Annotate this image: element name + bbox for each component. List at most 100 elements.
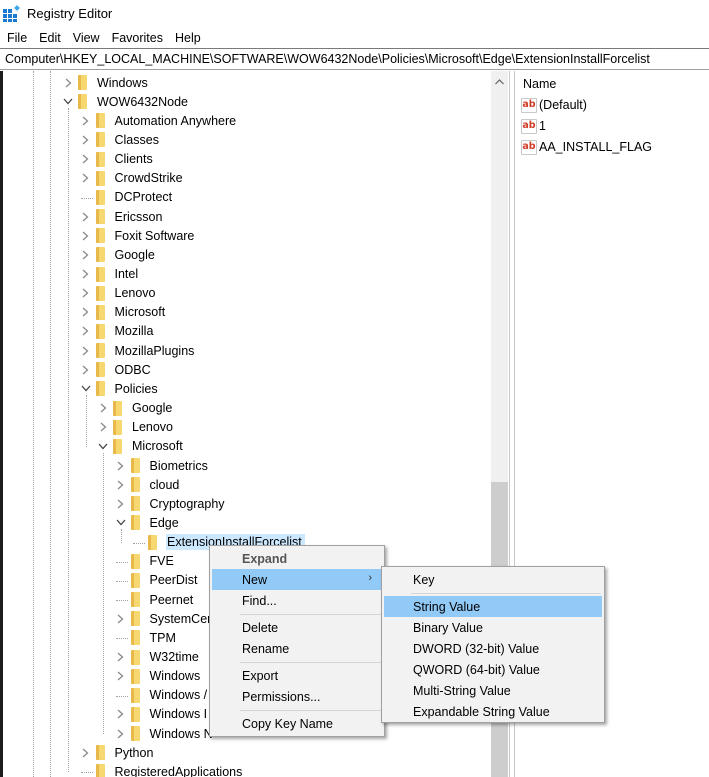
tree-node-label[interactable]: TPM bbox=[149, 630, 179, 646]
tree-node[interactable]: ODBC bbox=[80, 360, 154, 379]
tree-node-label[interactable]: SystemCer bbox=[149, 611, 215, 627]
tree-node-label[interactable]: Foxit Software bbox=[114, 228, 198, 244]
tree-node[interactable]: Foxit Software bbox=[80, 226, 198, 245]
tree-node[interactable]: DCProtect bbox=[80, 188, 176, 207]
tree-node-label[interactable]: RegisteredApplications bbox=[114, 764, 246, 777]
column-header-name[interactable]: Name bbox=[523, 77, 556, 91]
tree-node-label[interactable]: Windows bbox=[96, 75, 151, 91]
tree-node-label[interactable]: MozillaPlugins bbox=[114, 343, 198, 359]
menu-item-rename[interactable]: Rename bbox=[212, 638, 382, 659]
tree-node[interactable]: Windows bbox=[62, 73, 151, 92]
tree-node[interactable]: Automation Anywhere bbox=[80, 111, 240, 130]
tree-node-label[interactable]: W32time bbox=[149, 649, 202, 665]
tree-node[interactable]: Cryptography bbox=[115, 494, 228, 513]
expand-chevron-icon[interactable] bbox=[115, 705, 127, 724]
tree-node-label[interactable]: Microsoft bbox=[114, 304, 169, 320]
tree-node-label[interactable]: Ericsson bbox=[114, 209, 166, 225]
value-row[interactable]: ab (Default) bbox=[521, 95, 587, 115]
tree-node-label[interactable]: FVE bbox=[149, 553, 177, 569]
tree-node[interactable]: FVE bbox=[115, 552, 177, 571]
expand-chevron-icon[interactable] bbox=[80, 360, 92, 379]
tree-node[interactable]: cloud bbox=[115, 475, 183, 494]
tree-node[interactable]: Clients bbox=[80, 150, 156, 169]
value-row[interactable]: ab 1 bbox=[521, 116, 546, 136]
tree-node[interactable]: Ericsson bbox=[80, 207, 166, 226]
tree-node[interactable]: Intel bbox=[80, 265, 142, 284]
tree-node[interactable]: Mozilla bbox=[80, 322, 157, 341]
menu-favorites[interactable]: Favorites bbox=[112, 31, 163, 45]
tree-node[interactable]: Google bbox=[80, 245, 158, 264]
tree-node-label[interactable]: Cryptography bbox=[149, 496, 228, 512]
submenu-item-dword-value[interactable]: DWORD (32-bit) Value bbox=[384, 638, 602, 659]
tree-node[interactable]: Policies bbox=[80, 379, 161, 398]
expand-chevron-icon[interactable] bbox=[115, 475, 127, 494]
tree-node[interactable]: PeerDist bbox=[115, 571, 201, 590]
tree-node-label[interactable]: Mozilla bbox=[114, 323, 157, 339]
tree-node[interactable]: MozillaPlugins bbox=[80, 341, 198, 360]
expand-chevron-icon[interactable] bbox=[115, 494, 127, 513]
scroll-up-arrow[interactable] bbox=[491, 73, 508, 90]
tree-node-label[interactable]: Edge bbox=[149, 515, 182, 531]
tree-node[interactable]: Microsoft bbox=[80, 303, 169, 322]
tree-node-label[interactable]: DCProtect bbox=[114, 189, 176, 205]
tree-node[interactable]: Google bbox=[97, 399, 175, 418]
expand-chevron-icon[interactable] bbox=[80, 130, 92, 149]
submenu-item-binary-value[interactable]: Binary Value bbox=[384, 617, 602, 638]
tree-node[interactable]: Lenovo bbox=[97, 418, 176, 437]
menu-edit[interactable]: Edit bbox=[39, 31, 61, 45]
tree-node[interactable]: Classes bbox=[80, 130, 162, 149]
tree-node-label[interactable]: Biometrics bbox=[149, 458, 211, 474]
menu-item-expand[interactable]: Expand bbox=[212, 548, 382, 569]
expand-chevron-icon[interactable] bbox=[80, 743, 92, 762]
tree-node[interactable]: Peernet bbox=[115, 590, 197, 609]
tree-node[interactable]: TPM bbox=[115, 628, 179, 647]
expand-chevron-icon[interactable] bbox=[80, 303, 92, 322]
tree-node-label[interactable]: Lenovo bbox=[114, 285, 159, 301]
expand-chevron-icon[interactable] bbox=[80, 111, 92, 130]
tree-node-label[interactable]: Clients bbox=[114, 151, 156, 167]
tree-node-label[interactable]: cloud bbox=[149, 477, 183, 493]
expand-chevron-icon[interactable] bbox=[80, 284, 92, 303]
tree-node[interactable]: Edge bbox=[115, 513, 182, 532]
expand-chevron-icon[interactable] bbox=[115, 724, 127, 743]
tree-node[interactable]: Biometrics bbox=[115, 456, 211, 475]
tree-node-label[interactable]: Microsoft bbox=[131, 438, 186, 454]
tree-node-label[interactable]: Windows bbox=[149, 668, 204, 684]
submenu-item-key[interactable]: Key bbox=[384, 569, 602, 590]
expand-chevron-icon[interactable] bbox=[62, 73, 74, 92]
tree-node-label[interactable]: Classes bbox=[114, 132, 162, 148]
tree-node-label[interactable]: Windows N bbox=[149, 726, 216, 742]
value-row[interactable]: ab AA_INSTALL_FLAG bbox=[521, 137, 652, 157]
submenu-item-multi-string-value[interactable]: Multi-String Value bbox=[384, 680, 602, 701]
tree-node-label[interactable]: Windows I bbox=[149, 706, 211, 722]
tree-node-label[interactable]: Python bbox=[114, 745, 157, 761]
menu-file[interactable]: File bbox=[7, 31, 27, 45]
tree-node-label[interactable]: Peernet bbox=[149, 592, 197, 608]
tree-node-label[interactable]: ODBC bbox=[114, 362, 154, 378]
tree-node[interactable]: Microsoft bbox=[97, 437, 186, 456]
menu-item-find[interactable]: Find... bbox=[212, 590, 382, 611]
tree-node-label[interactable]: Windows / bbox=[149, 687, 211, 703]
tree-node-label[interactable]: Automation Anywhere bbox=[114, 113, 240, 129]
expand-chevron-icon[interactable] bbox=[80, 169, 92, 188]
expand-chevron-icon[interactable] bbox=[80, 150, 92, 169]
menu-item-export[interactable]: Export bbox=[212, 665, 382, 686]
tree-node[interactable]: WOW6432Node bbox=[62, 92, 191, 111]
expand-chevron-icon[interactable] bbox=[80, 207, 92, 226]
expand-chevron-icon[interactable] bbox=[97, 399, 109, 418]
expand-chevron-icon[interactable] bbox=[97, 418, 109, 437]
tree-node-label[interactable]: PeerDist bbox=[149, 572, 201, 588]
tree-node[interactable]: CrowdStrike bbox=[80, 169, 186, 188]
tree-node-label[interactable]: Google bbox=[131, 400, 175, 416]
expand-chevron-icon[interactable] bbox=[80, 245, 92, 264]
tree-node[interactable]: RegisteredApplications bbox=[80, 762, 246, 777]
tree-node[interactable]: Lenovo bbox=[80, 284, 159, 303]
tree-node[interactable]: Windows N bbox=[115, 724, 216, 743]
tree-node-label[interactable]: Google bbox=[114, 247, 158, 263]
tree-node[interactable]: Windows bbox=[115, 667, 204, 686]
address-path[interactable]: Computer\HKEY_LOCAL_MACHINE\SOFTWARE\WOW… bbox=[5, 52, 650, 66]
menu-item-permissions[interactable]: Permissions... bbox=[212, 686, 382, 707]
address-bar[interactable]: Computer\HKEY_LOCAL_MACHINE\SOFTWARE\WOW… bbox=[0, 48, 709, 70]
tree-node-label[interactable]: Lenovo bbox=[131, 419, 176, 435]
menu-view[interactable]: View bbox=[73, 31, 100, 45]
